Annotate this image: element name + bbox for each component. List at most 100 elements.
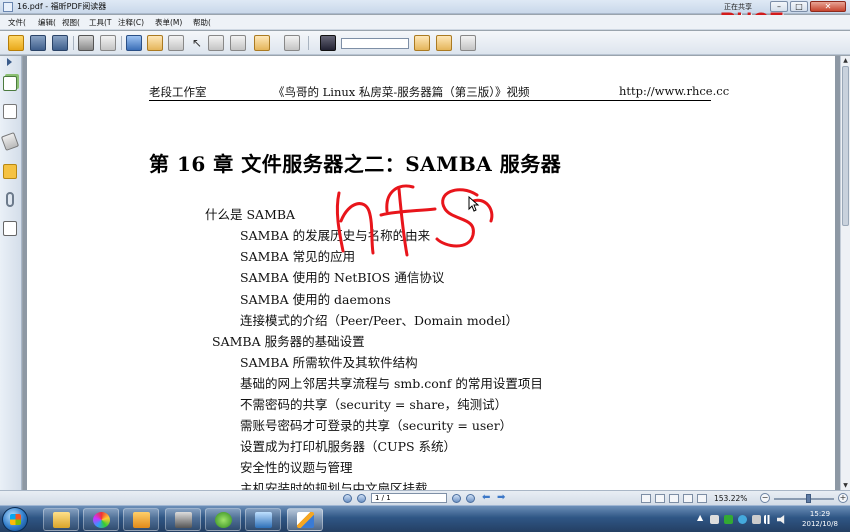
save-icon[interactable] bbox=[30, 35, 46, 51]
hand-tool-icon[interactable] bbox=[147, 35, 163, 51]
single-page-icon[interactable] bbox=[641, 494, 651, 503]
toc-item: 主机安装时的规划与中文扇区挂载 bbox=[240, 481, 428, 490]
fit-page-icon[interactable] bbox=[697, 494, 707, 503]
zoom-tool-icon[interactable] bbox=[168, 35, 184, 51]
toc-item: 安全性的议题与管理 bbox=[240, 460, 353, 475]
tray-expand-icon[interactable]: ▲ bbox=[697, 513, 703, 522]
scroll-thumb[interactable] bbox=[842, 66, 849, 226]
mouse-cursor-icon bbox=[468, 196, 480, 212]
page-thumbnails-icon[interactable] bbox=[3, 76, 17, 91]
taskbar-explorer[interactable] bbox=[43, 508, 79, 531]
forward-icon[interactable]: ➡ bbox=[497, 492, 505, 504]
volume-icon[interactable] bbox=[777, 515, 785, 524]
snapshot-icon[interactable] bbox=[230, 35, 246, 51]
find-prev-icon[interactable] bbox=[414, 35, 430, 51]
back-icon[interactable]: ⬅ bbox=[482, 492, 490, 504]
menu-form[interactable]: 表单(M) bbox=[155, 17, 182, 28]
text-select-icon[interactable] bbox=[208, 35, 224, 51]
mail-icon bbox=[133, 512, 150, 528]
page-header-left: 老段工作室 bbox=[149, 85, 207, 99]
continuous-icon[interactable] bbox=[655, 494, 665, 503]
toc-item: SAMBA 使用的 daemons bbox=[240, 292, 391, 307]
toc-item: SAMBA 使用的 NetBIOS 通信协议 bbox=[240, 270, 445, 285]
menu-help[interactable]: 帮助( bbox=[193, 17, 211, 28]
toc-item: 什么是 SAMBA bbox=[205, 207, 296, 222]
next-page-icon[interactable] bbox=[452, 494, 461, 503]
taskbar-outlook[interactable] bbox=[123, 508, 159, 531]
scroll-up-icon[interactable]: ▲ bbox=[842, 57, 849, 64]
menu-bar: 文件( 编辑( 视图( 工具(T 注释(C) 表单(M) 帮助( bbox=[0, 15, 850, 30]
bookmarks-icon[interactable] bbox=[3, 104, 17, 119]
menu-view[interactable]: 视图( bbox=[62, 17, 80, 28]
taskbar-media[interactable] bbox=[83, 508, 119, 531]
folder-icon bbox=[53, 512, 70, 528]
comments-icon[interactable] bbox=[3, 164, 17, 179]
facing-icon[interactable] bbox=[669, 494, 679, 503]
scroll-down-icon[interactable]: ▼ bbox=[842, 482, 849, 489]
tray-security-icon[interactable] bbox=[752, 515, 761, 524]
taskbar-bird[interactable] bbox=[205, 508, 241, 531]
tray-green-icon[interactable] bbox=[724, 515, 733, 524]
toc-item: 不需密码的共享（security = share，纯测试） bbox=[240, 397, 508, 412]
taskbar-video[interactable] bbox=[165, 508, 201, 531]
toc-item: 设置成为打印机服务器（CUPS 系统） bbox=[240, 439, 457, 454]
menu-tools[interactable]: 工具(T bbox=[89, 17, 112, 28]
toc-item: 需账号密码才可登录的共享（security = user） bbox=[240, 418, 513, 433]
find-icon[interactable] bbox=[320, 35, 336, 51]
document-view[interactable]: 老段工作室 《鸟哥的 Linux 私房菜-服务器篇（第三版）》视频 http:/… bbox=[23, 56, 840, 490]
print-icon[interactable] bbox=[78, 35, 94, 51]
last-page-icon[interactable] bbox=[466, 494, 475, 503]
first-page-icon[interactable] bbox=[343, 494, 352, 503]
zoom-in-icon[interactable]: + bbox=[838, 493, 848, 503]
page-header-center: 《鸟哥的 Linux 私房菜-服务器篇（第三版）》视频 bbox=[273, 85, 530, 99]
fullscreen-icon[interactable] bbox=[126, 35, 142, 51]
bird-app-icon bbox=[215, 512, 232, 528]
menu-edit[interactable]: 编辑( bbox=[38, 17, 56, 28]
windows-taskbar: ▲ 15:29 2012/10/8 bbox=[0, 505, 850, 532]
start-button[interactable] bbox=[2, 507, 28, 532]
layers-icon[interactable] bbox=[0, 132, 20, 151]
toolbar-separator bbox=[73, 36, 74, 50]
zoom-slider[interactable] bbox=[774, 498, 834, 500]
system-clock[interactable]: 15:29 2012/10/8 bbox=[795, 509, 845, 529]
ink-annotation[interactable] bbox=[327, 181, 517, 261]
stamp-icon[interactable] bbox=[254, 35, 270, 51]
search-input[interactable] bbox=[341, 38, 409, 49]
vertical-scrollbar[interactable]: ▲ ▼ bbox=[840, 56, 850, 490]
continuous-facing-icon[interactable] bbox=[683, 494, 693, 503]
pdf-reader-icon bbox=[297, 512, 314, 528]
prev-page-icon[interactable] bbox=[357, 494, 366, 503]
typewriter-icon[interactable] bbox=[284, 35, 300, 51]
toc-item: SAMBA 服务器的基础设置 bbox=[212, 334, 365, 349]
pdf-page: 老段工作室 《鸟哥的 Linux 私房菜-服务器篇（第三版）》视频 http:/… bbox=[27, 56, 835, 490]
highlight-icon[interactable] bbox=[460, 35, 476, 51]
find-next-icon[interactable] bbox=[436, 35, 452, 51]
toolbar: ↖ bbox=[0, 31, 850, 55]
tray-chat-icon[interactable] bbox=[738, 515, 747, 524]
window-title: 16.pdf - 福昕PDF阅读器 bbox=[17, 2, 107, 11]
taskbar-network[interactable] bbox=[245, 508, 281, 531]
attachments-icon[interactable] bbox=[6, 192, 14, 207]
signatures-icon[interactable] bbox=[3, 221, 17, 236]
properties-icon[interactable] bbox=[100, 35, 116, 51]
zoom-out-icon[interactable]: − bbox=[760, 493, 770, 503]
clock-time: 15:29 bbox=[809, 510, 831, 518]
menu-file[interactable]: 文件( bbox=[8, 17, 26, 28]
toolbar-separator bbox=[308, 36, 309, 50]
status-bar: 1 / 1 ⬅ ➡ 153.22% − + bbox=[0, 490, 850, 505]
menu-comment[interactable]: 注释(C) bbox=[118, 17, 144, 28]
zoom-level[interactable]: 153.22% bbox=[714, 494, 747, 503]
page-number-input[interactable]: 1 / 1 bbox=[371, 493, 447, 503]
network-signal-icon[interactable] bbox=[764, 515, 773, 524]
select-arrow-icon[interactable]: ↖ bbox=[189, 35, 205, 51]
header-rule bbox=[149, 100, 711, 101]
tray-app-icon[interactable] bbox=[710, 515, 719, 524]
open-folder-icon[interactable] bbox=[8, 35, 24, 51]
clock-date: 2012/10/8 bbox=[802, 520, 838, 528]
zoom-slider-handle[interactable] bbox=[806, 494, 811, 503]
save-as-icon[interactable] bbox=[52, 35, 68, 51]
expand-panel-icon[interactable] bbox=[7, 58, 12, 66]
windows-logo-icon bbox=[10, 514, 21, 525]
taskbar-pdf-reader[interactable] bbox=[287, 508, 323, 531]
page-header-right: http://www.rhce.cc bbox=[619, 84, 730, 98]
